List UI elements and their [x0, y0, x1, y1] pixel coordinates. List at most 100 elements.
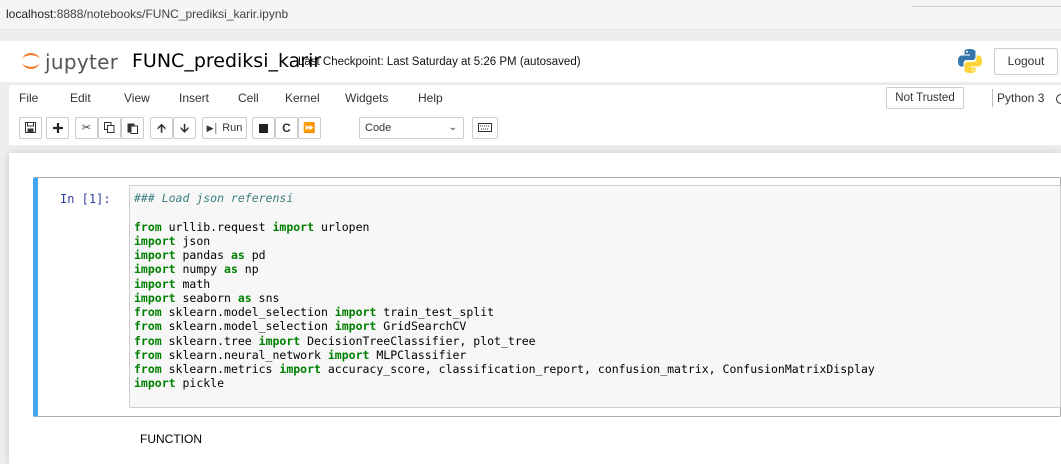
code-keyword: import: [272, 219, 315, 234]
cell-type-select[interactable]: Code ⌄: [359, 117, 464, 139]
code-keyword: import: [334, 319, 377, 334]
python-logo-icon: [958, 49, 982, 73]
paste-button[interactable]: [121, 117, 144, 139]
code-keyword: import: [134, 276, 176, 291]
notebook-container: In [1]: ### Load json referensi from urll…: [9, 153, 1061, 464]
code-text: sklearn.tree: [161, 333, 259, 348]
code-text: pandas: [175, 248, 231, 262]
menu-help[interactable]: Help: [418, 91, 443, 105]
code-text: math: [175, 276, 211, 291]
code-line: import json: [134, 234, 1056, 248]
code-text: GridSearchCV: [376, 319, 467, 334]
code-text: urllib.request: [161, 219, 273, 234]
code-keyword: import: [134, 290, 176, 305]
code-cell[interactable]: In [1]: ### Load json referensi from urll…: [33, 177, 1061, 417]
interrupt-button[interactable]: [252, 117, 275, 139]
code-keyword: import: [134, 376, 176, 391]
notebook-toolbar: ✂ 🡩 🡫 ▶│ Run C ⏩ Code ⌄: [9, 113, 1061, 145]
code-keyword: import: [334, 305, 377, 319]
restart-kernel-button[interactable]: C: [275, 117, 298, 139]
checkpoint-status: Last Checkpoint: Last Saturday at 5:26 P…: [298, 56, 581, 68]
url-host: localhost: [6, 7, 54, 21]
code-keyword: from: [134, 333, 162, 348]
move-down-button[interactable]: 🡫: [173, 117, 196, 139]
move-up-button[interactable]: 🡩: [150, 117, 173, 139]
code-line: import pickle: [134, 376, 1056, 390]
browser-address-bar[interactable]: localhost:8888/notebooks/FUNC_prediksi_k…: [0, 0, 1061, 30]
menu-kernel[interactable]: Kernel: [285, 91, 320, 105]
arrow-up-icon: 🡩: [157, 121, 166, 135]
code-keyword: import: [134, 248, 176, 262]
code-text: MLPClassifier: [369, 347, 467, 362]
code-line: from sklearn.model_selection import trai…: [134, 305, 1056, 319]
menu-widgets[interactable]: Widgets: [345, 91, 388, 105]
code-text: json: [175, 233, 211, 248]
cut-button[interactable]: ✂: [75, 117, 98, 139]
cell-prompt: In [1]:: [60, 192, 111, 206]
code-keyword: from: [134, 319, 162, 334]
code-line: import seaborn as sns: [134, 291, 1056, 305]
url-text[interactable]: localhost:8888/notebooks/FUNC_prediksi_k…: [6, 7, 288, 21]
notebook-header: jupyter FUNC_prediksi_karir Last Checkpo…: [0, 41, 1061, 82]
not-trusted-button[interactable]: Not Trusted: [886, 87, 964, 109]
jupyter-logo-icon[interactable]: [20, 49, 42, 73]
copy-button[interactable]: [98, 117, 121, 139]
code-line: ### Load json referensi: [134, 191, 1056, 205]
command-palette-button[interactable]: [472, 117, 498, 139]
menu-file[interactable]: File: [19, 91, 38, 105]
paste-icon: [127, 123, 138, 134]
code-keyword: as: [224, 262, 238, 277]
restart-run-all-button[interactable]: ⏩: [298, 117, 321, 139]
logout-button[interactable]: Logout: [994, 48, 1058, 75]
fast-forward-icon: ⏩: [303, 123, 316, 134]
jupyter-wordmark[interactable]: jupyter: [45, 50, 118, 74]
menu-cell[interactable]: Cell: [238, 91, 259, 105]
code-line: from urllib.request import urlopen: [134, 220, 1056, 234]
code-text: train_test_split: [376, 305, 495, 319]
menu-edit[interactable]: Edit: [70, 91, 91, 105]
arrow-down-icon: 🡫: [180, 121, 189, 135]
menu-view[interactable]: View: [124, 91, 150, 105]
code-comment: ### Load json referensi: [134, 191, 294, 205]
code-keyword: import: [134, 233, 176, 248]
kernel-name[interactable]: Python 3: [997, 91, 1044, 105]
scissors-icon: ✂: [81, 122, 92, 134]
code-line: import numpy as np: [134, 262, 1056, 276]
keyboard-icon: [478, 123, 492, 132]
code-keyword: import: [279, 362, 321, 376]
plus-icon: [52, 123, 63, 133]
code-text: np: [237, 262, 259, 277]
copy-icon: [104, 122, 115, 133]
code-text: sklearn.neural_network: [161, 347, 328, 362]
code-keyword: from: [134, 219, 162, 234]
code-keyword: from: [134, 305, 162, 319]
cell-type-value: Code: [365, 122, 392, 134]
code-line: from sklearn.metrics import accuracy_sco…: [134, 362, 1056, 376]
code-text: urlopen: [314, 219, 370, 234]
code-line: from sklearn.neural_network import MLPCl…: [134, 348, 1056, 362]
code-text: accuracy_score, classification_report, c…: [320, 362, 875, 376]
code-text: sklearn.metrics: [161, 362, 280, 376]
save-icon: [25, 122, 36, 133]
code-text: DecisionTreeClassifier, plot_tree: [300, 333, 536, 348]
run-button[interactable]: ▶│ Run: [202, 117, 247, 139]
code-text: sklearn.model_selection: [161, 319, 335, 334]
insert-cell-button[interactable]: [46, 117, 69, 139]
notebook-name[interactable]: FUNC_prediksi_karir: [132, 50, 321, 72]
kernel-idle-indicator-icon: [1056, 94, 1061, 104]
menu-insert[interactable]: Insert: [179, 91, 209, 105]
code-text: seaborn: [175, 290, 238, 305]
browser-divider: [912, 6, 1061, 7]
menu-bar: File Edit View Insert Cell Kernel Widget…: [9, 84, 1061, 113]
code-keyword: as: [237, 290, 252, 305]
kernel-separator: [992, 89, 993, 107]
url-path: :8888/notebooks/FUNC_prediksi_karir.ipyn…: [53, 7, 289, 21]
save-button[interactable]: [19, 117, 42, 139]
code-text: sklearn.model_selection: [161, 305, 335, 319]
markdown-heading: FUNCTION: [140, 432, 202, 446]
code-editor[interactable]: ### Load json referensi from urllib.reque…: [129, 185, 1061, 408]
code-line: from sklearn.tree import DecisionTreeCla…: [134, 334, 1056, 348]
code-line: import math: [134, 277, 1056, 291]
code-text: pickle: [175, 376, 225, 391]
